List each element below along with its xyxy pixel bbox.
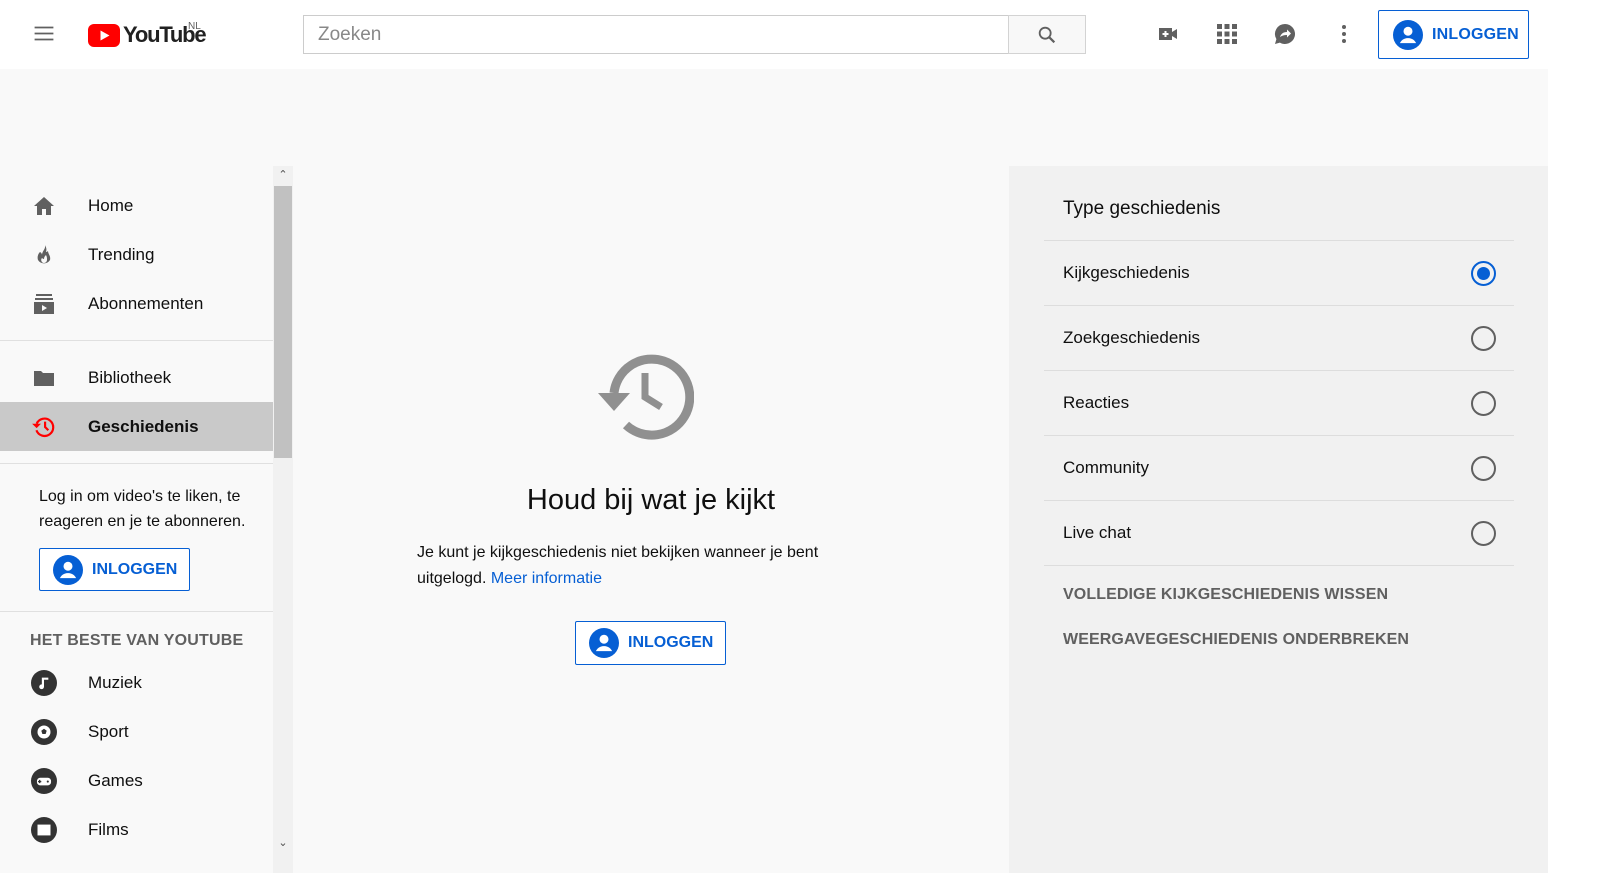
sidebar-item-label: Games bbox=[88, 770, 143, 790]
panel-title: Type geschiedenis bbox=[1063, 198, 1221, 219]
radio-unselected[interactable] bbox=[1471, 325, 1496, 351]
subscriptions-icon bbox=[31, 291, 57, 317]
account-icon bbox=[1393, 19, 1423, 50]
account-icon bbox=[589, 628, 619, 658]
library-icon bbox=[31, 365, 57, 391]
home-icon bbox=[31, 193, 57, 219]
history-option-watch[interactable]: Kijkgeschiedenis bbox=[1044, 241, 1514, 306]
music-icon bbox=[31, 669, 57, 696]
history-option-community[interactable]: Community bbox=[1044, 436, 1514, 501]
sidebar-item-home[interactable]: Home bbox=[0, 181, 273, 230]
signin-button-main[interactable]: INLOGGEN bbox=[575, 621, 726, 665]
sidebar-item-trending[interactable]: Trending bbox=[0, 230, 273, 279]
sidebar-divider bbox=[0, 340, 273, 341]
sidebar: Home Trending Abonnementen Bibliotheek G… bbox=[0, 166, 273, 873]
option-label: Kijkgeschiedenis bbox=[1063, 263, 1190, 282]
history-option-live-chat[interactable]: Live chat bbox=[1044, 501, 1514, 566]
option-label: Community bbox=[1063, 458, 1149, 477]
sidebar-scrollbar[interactable]: ⌃ ⌄ bbox=[273, 166, 293, 873]
history-empty-state: Houd bij wat je kijkt Je kunt je kijkges… bbox=[293, 166, 1009, 873]
sport-icon bbox=[31, 718, 57, 745]
clear-history-button[interactable]: VOLLEDIGE KIJKGESCHIEDENIS WISSEN bbox=[1063, 586, 1388, 604]
option-label: Live chat bbox=[1063, 523, 1132, 542]
signin-button-header[interactable]: INLOGGEN bbox=[1378, 10, 1529, 59]
option-label: Reacties bbox=[1063, 393, 1130, 412]
sidebar-item-label: Bibliotheek bbox=[88, 367, 172, 387]
history-option-comments[interactable]: Reacties bbox=[1044, 371, 1514, 436]
sidebar-item-subscriptions[interactable]: Abonnementen bbox=[0, 279, 273, 328]
search-box bbox=[303, 15, 1086, 54]
sidebar-item-sport[interactable]: Sport bbox=[0, 707, 273, 756]
create-video-icon[interactable] bbox=[1156, 22, 1180, 46]
sidebar-item-label: Abonnementen bbox=[88, 293, 204, 313]
radio-unselected[interactable] bbox=[1471, 390, 1496, 416]
trending-icon bbox=[31, 242, 57, 268]
page-edge bbox=[1548, 0, 1603, 873]
sidebar-item-history[interactable]: Geschiedenis bbox=[0, 402, 273, 451]
sidebar-item-label: Trending bbox=[88, 244, 155, 264]
sidebar-item-label: Geschiedenis bbox=[88, 416, 199, 436]
radio-selected[interactable] bbox=[1471, 260, 1496, 286]
sidebar-item-music[interactable]: Muziek bbox=[0, 658, 273, 707]
youtube-play-icon bbox=[88, 23, 120, 47]
sidebar-item-films[interactable]: Films bbox=[0, 805, 273, 854]
history-option-search[interactable]: Zoekgeschiedenis bbox=[1044, 306, 1514, 371]
pause-history-button[interactable]: WEERGAVEGESCHIEDENIS ONDERBREKEN bbox=[1063, 631, 1409, 649]
description-text: Je kunt je kijkgeschiedenis niet bekijke… bbox=[417, 544, 819, 587]
search-input[interactable] bbox=[303, 15, 1008, 54]
sidebar-item-library[interactable]: Bibliotheek bbox=[0, 353, 273, 402]
history-large-icon bbox=[598, 354, 694, 440]
scroll-up-icon[interactable]: ⌃ bbox=[277, 170, 289, 181]
scroll-down-icon[interactable]: ⌄ bbox=[277, 838, 289, 849]
apps-icon[interactable] bbox=[1215, 22, 1239, 46]
sidebar-item-label: Films bbox=[88, 819, 129, 839]
sidebar-item-label: Home bbox=[88, 195, 134, 215]
region-code: NL bbox=[188, 21, 201, 32]
empty-state-description: Je kunt je kijkgeschiedenis niet bekijke… bbox=[417, 540, 877, 592]
signin-button-sidebar[interactable]: INLOGGEN bbox=[39, 548, 190, 591]
scrollbar-thumb[interactable] bbox=[274, 186, 292, 458]
search-button[interactable] bbox=[1008, 15, 1086, 54]
signin-label: INLOGGEN bbox=[92, 560, 178, 578]
radio-unselected[interactable] bbox=[1471, 455, 1496, 481]
more-vert-icon[interactable] bbox=[1332, 22, 1356, 46]
search-icon bbox=[1038, 26, 1056, 43]
masthead: YouTube NL INLOGGEN bbox=[0, 0, 1548, 69]
messages-icon[interactable] bbox=[1273, 22, 1297, 46]
history-type-panel: Type geschiedenis Kijkgeschiedenis Zoekg… bbox=[1009, 166, 1548, 873]
history-icon bbox=[31, 414, 57, 440]
signin-label: INLOGGEN bbox=[1432, 25, 1519, 43]
learn-more-link[interactable]: Meer informatie bbox=[491, 570, 602, 587]
sidebar-signin-text: Log in om video's te liken, te reageren … bbox=[39, 488, 246, 530]
history-type-list: Kijkgeschiedenis Zoekgeschiedenis Reacti… bbox=[1044, 240, 1514, 566]
menu-icon[interactable] bbox=[32, 22, 56, 46]
signin-label: INLOGGEN bbox=[628, 634, 714, 651]
account-icon bbox=[53, 554, 83, 585]
empty-state-title: Houd bij wat je kijkt bbox=[526, 484, 776, 516]
sidebar-item-label: Sport bbox=[88, 721, 129, 741]
option-label: Zoekgeschiedenis bbox=[1063, 328, 1201, 347]
sidebar-item-games[interactable]: Games bbox=[0, 756, 273, 805]
sidebar-section-title: HET BESTE VAN YOUTUBE bbox=[30, 632, 244, 649]
radio-unselected[interactable] bbox=[1471, 520, 1496, 546]
sidebar-item-label: Muziek bbox=[88, 672, 142, 692]
films-icon bbox=[31, 816, 57, 843]
games-icon bbox=[31, 767, 57, 794]
